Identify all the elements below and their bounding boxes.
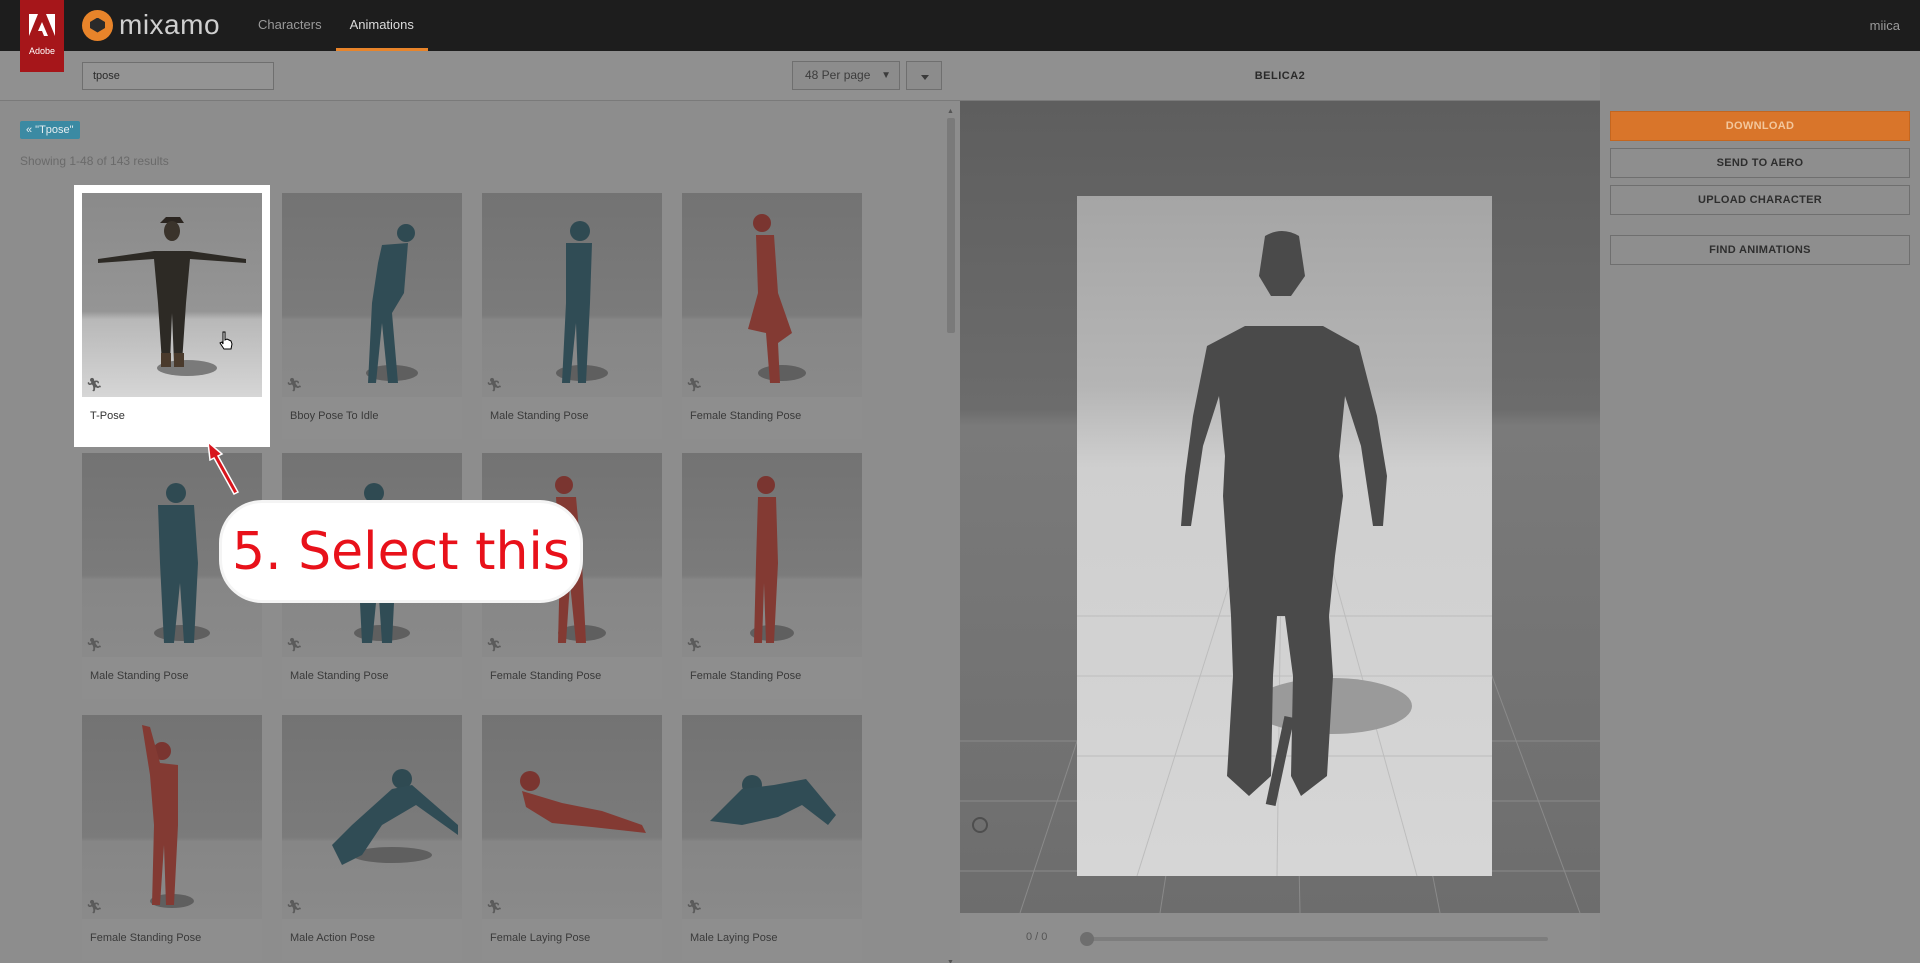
- animation-card-label: Male Standing Pose: [482, 397, 662, 439]
- tab-characters[interactable]: Characters: [244, 0, 336, 51]
- pose-figure: [520, 771, 646, 833]
- animation-type-icon: 🏃︎: [686, 637, 703, 652]
- annotation-arrow-icon: [207, 440, 240, 495]
- result-count: Showing 1-48 of 143 results: [20, 154, 169, 168]
- animation-thumbnail: 🏃︎: [82, 193, 262, 397]
- character-viewer: BELICA2 0 / 0: [960, 51, 1600, 963]
- tab-animations[interactable]: Animations: [335, 0, 428, 51]
- actions-panel: DOWNLOAD SEND TO AERO UPLOAD CHARACTER F…: [1600, 51, 1920, 963]
- character-name: BELICA2: [960, 51, 1600, 101]
- filter-tag[interactable]: « "Tpose": [20, 121, 80, 139]
- adobe-label: Adobe: [28, 46, 56, 56]
- top-bar: Adobe mixamo Characters Animations miica: [0, 0, 1920, 72]
- search-input[interactable]: [82, 62, 274, 90]
- animation-card-label: Male Standing Pose: [282, 657, 462, 699]
- pose-figure: [748, 214, 806, 383]
- pose-figure: [332, 769, 458, 865]
- animation-card[interactable]: 🏃︎ Male Standing Pose: [482, 193, 662, 439]
- animation-card[interactable]: 🏃︎ Bboy Pose To Idle: [282, 193, 462, 439]
- search-bar: 48 Per page ▼: [0, 51, 960, 101]
- annotation-text: 5. Select this: [232, 521, 570, 582]
- pose-figure: [750, 476, 794, 643]
- user-menu[interactable]: miica: [1870, 0, 1900, 51]
- animation-card[interactable]: 🏃︎ Female Standing Pose: [82, 715, 262, 961]
- animation-thumbnail: 🏃︎: [282, 193, 462, 397]
- animation-type-icon: 🏃︎: [486, 377, 503, 392]
- animation-type-icon: 🏃︎: [686, 899, 703, 914]
- scroll-up-icon[interactable]: ▲: [947, 108, 954, 115]
- animation-card[interactable]: 🏃︎ Female Standing Pose: [682, 453, 862, 699]
- pose-figure: [142, 725, 194, 908]
- timeline-track[interactable]: [1086, 937, 1548, 941]
- timeline: 0 / 0: [960, 913, 1600, 963]
- animation-card-label: Female Standing Pose: [682, 657, 862, 699]
- animation-type-icon: 🏃︎: [286, 899, 303, 914]
- animation-thumbnail: 🏃︎: [282, 715, 462, 919]
- find-animations-button[interactable]: FIND ANIMATIONS: [1610, 235, 1910, 265]
- animation-type-icon: 🏃︎: [286, 377, 303, 392]
- logo-text: mixamo: [119, 9, 221, 40]
- animation-thumbnail: 🏃︎: [682, 715, 862, 919]
- animation-type-icon: 🏃︎: [286, 637, 303, 652]
- animation-type-icon: 🏃︎: [86, 377, 103, 392]
- animation-type-icon: 🏃︎: [86, 899, 103, 914]
- scroll-thumb[interactable]: [947, 118, 955, 333]
- scroll-down-icon[interactable]: ▼: [947, 959, 954, 963]
- character-model: [1077, 231, 1492, 877]
- animation-card-label: Female Laying Pose: [482, 919, 662, 961]
- animation-card-label: Bboy Pose To Idle: [282, 397, 462, 439]
- annotation-callout: 5. Select this: [222, 503, 580, 600]
- animation-card-label: Female Standing Pose: [482, 657, 662, 699]
- mixamo-logo-icon: [82, 9, 113, 41]
- pose-figure: [710, 775, 836, 825]
- animation-type-icon: 🏃︎: [686, 377, 703, 392]
- hand-cursor-icon: [219, 331, 233, 350]
- per-page-value: 48 Per page: [805, 68, 871, 82]
- animation-thumbnail: 🏃︎: [682, 453, 862, 657]
- download-button[interactable]: DOWNLOAD: [1610, 111, 1910, 141]
- animation-thumbnail: 🏃︎: [482, 715, 662, 919]
- timeline-scrubber[interactable]: [1080, 932, 1094, 946]
- animation-type-icon: 🏃︎: [86, 637, 103, 652]
- adobe-badge[interactable]: Adobe: [20, 0, 64, 72]
- animation-card-label: Female Standing Pose: [82, 919, 262, 961]
- animation-card-label: Male Standing Pose: [82, 657, 262, 699]
- animation-type-icon: 🏃︎: [486, 899, 503, 914]
- animation-thumbnail: 🏃︎: [682, 193, 862, 397]
- animation-card-label: Female Standing Pose: [682, 397, 862, 439]
- mixamo-logo[interactable]: mixamo: [82, 9, 220, 41]
- adobe-logo-icon: [29, 14, 55, 36]
- send-to-aero-button[interactable]: SEND TO AERO: [1610, 148, 1910, 178]
- animation-thumbnail: 🏃︎: [82, 715, 262, 919]
- animation-thumbnail: 🏃︎: [482, 193, 662, 397]
- animation-card[interactable]: 🏃︎ Female Laying Pose: [482, 715, 662, 961]
- frame-counter: 0 / 0: [1026, 931, 1048, 943]
- sort-dropdown-button[interactable]: [906, 61, 942, 90]
- pose-figure: [366, 224, 418, 383]
- camera-reset-icon[interactable]: [972, 817, 988, 833]
- scrollbar[interactable]: ▲ ▼: [945, 108, 957, 963]
- per-page-select[interactable]: 48 Per page ▼: [792, 61, 900, 90]
- chevron-down-icon: ▼: [881, 70, 891, 81]
- main-nav: Characters Animations: [244, 0, 428, 51]
- animation-card-label: T-Pose: [82, 397, 262, 439]
- animation-card[interactable]: 🏃︎ T-Pose: [74, 185, 270, 447]
- preview-stage[interactable]: [960, 101, 1600, 913]
- animation-card-label: Male Laying Pose: [682, 919, 862, 961]
- animation-card[interactable]: 🏃︎ Male Action Pose: [282, 715, 462, 961]
- animation-card[interactable]: 🏃︎ Male Laying Pose: [682, 715, 862, 961]
- animation-type-icon: 🏃︎: [486, 637, 503, 652]
- character-preview: [1077, 196, 1492, 877]
- upload-character-button[interactable]: UPLOAD CHARACTER: [1610, 185, 1910, 215]
- t-pose-figure: [98, 217, 246, 376]
- animation-card[interactable]: 🏃︎ Female Standing Pose: [682, 193, 862, 439]
- pose-figure: [556, 221, 608, 383]
- animation-card-label: Male Action Pose: [282, 919, 462, 961]
